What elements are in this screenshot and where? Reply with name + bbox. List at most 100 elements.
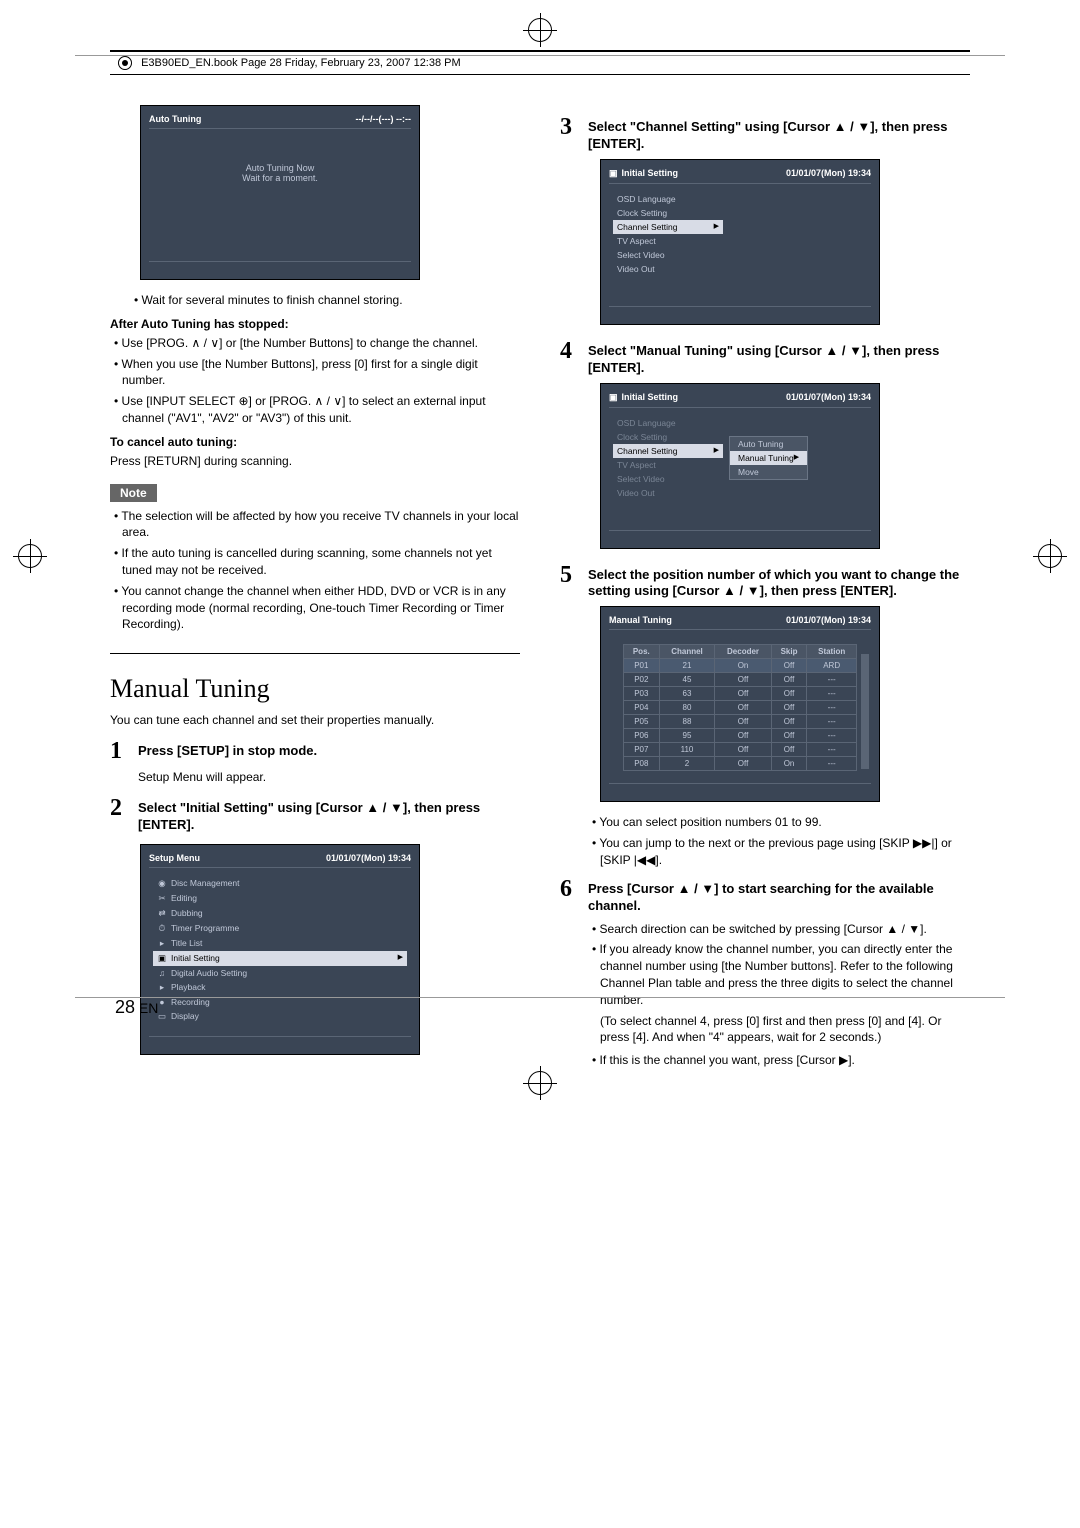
manual-tuning-table: Pos.ChannelDecoderSkipStationP0121OnOffA… [623,644,857,771]
cancel-title: To cancel auto tuning: [110,435,520,449]
table-cell: P01 [624,659,660,673]
submenu-item: Auto Tuning [730,437,807,451]
step6-bullet-2: If you already know the channel number, … [588,941,970,1008]
initial-setting-item: TV Aspect [613,234,723,248]
page-number-value: 28 [115,997,135,1017]
table-header: Station [807,645,857,659]
table-cell: --- [807,729,857,743]
manual-intro: You can tune each channel and set their … [110,712,520,729]
manual-tuning-panel: Manual Tuning 01/01/07(Mon) 19:34 Pos.Ch… [600,606,880,802]
table-cell: Off [715,757,771,771]
table-cell: ARD [807,659,857,673]
after-auto-tuning-title: After Auto Tuning has stopped: [110,317,520,331]
page-header: E3B90ED_EN.book Page 28 Friday, February… [110,50,970,75]
table-cell: P04 [624,701,660,715]
note-label: Note [110,484,157,502]
panel-date: 01/01/07(Mon) 19:34 [786,168,871,179]
step6-bullet-2a: (To select channel 4, press [0] first an… [600,1013,970,1047]
table-cell: Off [771,715,807,729]
auto-tuning-line2: Wait for a moment. [153,173,407,183]
table-row: P0695OffOff--- [624,729,857,743]
step-2-text: Select "Initial Setting" using [Cursor ▲… [138,796,520,834]
table-cell: Off [715,715,771,729]
panel-title: Auto Tuning [149,114,201,124]
page-frame-bottom [75,997,1005,998]
table-cell: 80 [659,701,715,715]
panel-date: 01/01/07(Mon) 19:34 [786,615,871,625]
table-cell: 95 [659,729,715,743]
table-row: P07110OffOff--- [624,743,857,757]
table-row: P0480OffOff--- [624,701,857,715]
initial-setting-item: Clock Setting [613,430,723,444]
step-4-number: 4 [560,339,580,377]
table-cell: Off [715,729,771,743]
step-5-number: 5 [560,563,580,601]
table-cell: P06 [624,729,660,743]
table-header: Channel [659,645,715,659]
step-1: 1 Press [SETUP] in stop mode. [110,739,520,763]
initial-setting-item: Video Out [613,262,723,276]
table-cell: 45 [659,673,715,687]
initial-setting-panel-2: ▣Initial Setting 01/01/07(Mon) 19:34 OSD… [600,383,880,549]
table-cell: Off [715,701,771,715]
step-1-sub: Setup Menu will appear. [138,769,520,786]
table-cell: P03 [624,687,660,701]
initial-setting-item: TV Aspect [613,458,723,472]
after-bullet-2: When you use [the Number Buttons], press… [110,356,520,390]
initial-setting-item: OSD Language [613,192,723,206]
wait-text: Wait for several minutes to finish chann… [130,292,520,309]
step-5: 5 Select the position number of which yo… [560,563,970,601]
initial-setting-item: Video Out [613,486,723,500]
step-4: 4 Select "Manual Tuning" using [Cursor ▲… [560,339,970,377]
submenu-item: Move [730,465,807,479]
table-row: P0588OffOff--- [624,715,857,729]
initial-setting-panel-1: ▣Initial Setting 01/01/07(Mon) 19:34 OSD… [600,159,880,325]
setup-menu-item: ⇄Dubbing [153,906,407,921]
note-1: The selection will be affected by how yo… [110,508,520,542]
scroll-indicator [861,654,869,769]
table-cell: Off [771,701,807,715]
step-2-number: 2 [110,796,130,834]
initial-setting-item: Clock Setting [613,206,723,220]
auto-tuning-line1: Auto Tuning Now [153,163,407,173]
table-cell: P05 [624,715,660,729]
table-cell: 110 [659,743,715,757]
setup-menu-item: ♫Digital Audio Setting [153,966,407,980]
panel-date: 01/01/07(Mon) 19:34 [786,392,871,403]
after-bullet-1: Use [PROG. ∧ / ∨] or [the Number Buttons… [110,335,520,352]
table-cell: P07 [624,743,660,757]
setup-menu-item: ◉Disc Management [153,876,407,891]
table-cell: --- [807,715,857,729]
step6-bullet-3: If this is the channel you want, press [… [588,1052,970,1069]
cancel-text: Press [RETURN] during scanning. [110,453,520,470]
step-3-text: Select "Channel Setting" using [Cursor ▲… [588,115,970,153]
table-cell: P02 [624,673,660,687]
table-cell: Off [715,673,771,687]
setup-menu-item: ▸Title List [153,936,407,951]
step5-bullet-1: You can select position numbers 01 to 99… [588,814,970,831]
initial-setting-item: Select Video [613,248,723,262]
initial-setting-item: Channel Setting [613,444,723,458]
table-row: P082OffOn--- [624,757,857,771]
setup-menu-item: ▸Playback [153,980,407,995]
table-cell: On [771,757,807,771]
header-text: E3B90ED_EN.book Page 28 Friday, February… [141,57,461,69]
channel-setting-submenu: Auto TuningManual TuningMove [729,436,808,480]
setup-menu-item: ▣Initial Setting [153,951,407,966]
after-bullet-3: Use [INPUT SELECT ⊕] or [PROG. ∧ / ∨] to… [110,393,520,427]
manual-tuning-heading: Manual Tuning [110,674,520,704]
step-1-number: 1 [110,739,130,763]
setup-menu-panel: Setup Menu 01/01/07(Mon) 19:34 ◉Disc Man… [140,844,420,1055]
initial-setting-item: OSD Language [613,416,723,430]
page-number: 28 EN [115,997,158,1018]
panel-title: Manual Tuning [609,615,672,625]
step-5-text: Select the position number of which you … [588,563,970,601]
note-2: If the auto tuning is cancelled during s… [110,545,520,579]
section-divider [110,653,520,654]
step-1-text: Press [SETUP] in stop mode. [138,739,317,763]
table-cell: 2 [659,757,715,771]
right-column: 3 Select "Channel Setting" using [Cursor… [560,105,970,1073]
setup-menu-item: ▭Display [153,1009,407,1024]
table-cell: 88 [659,715,715,729]
panel-title: Setup Menu [149,853,200,863]
